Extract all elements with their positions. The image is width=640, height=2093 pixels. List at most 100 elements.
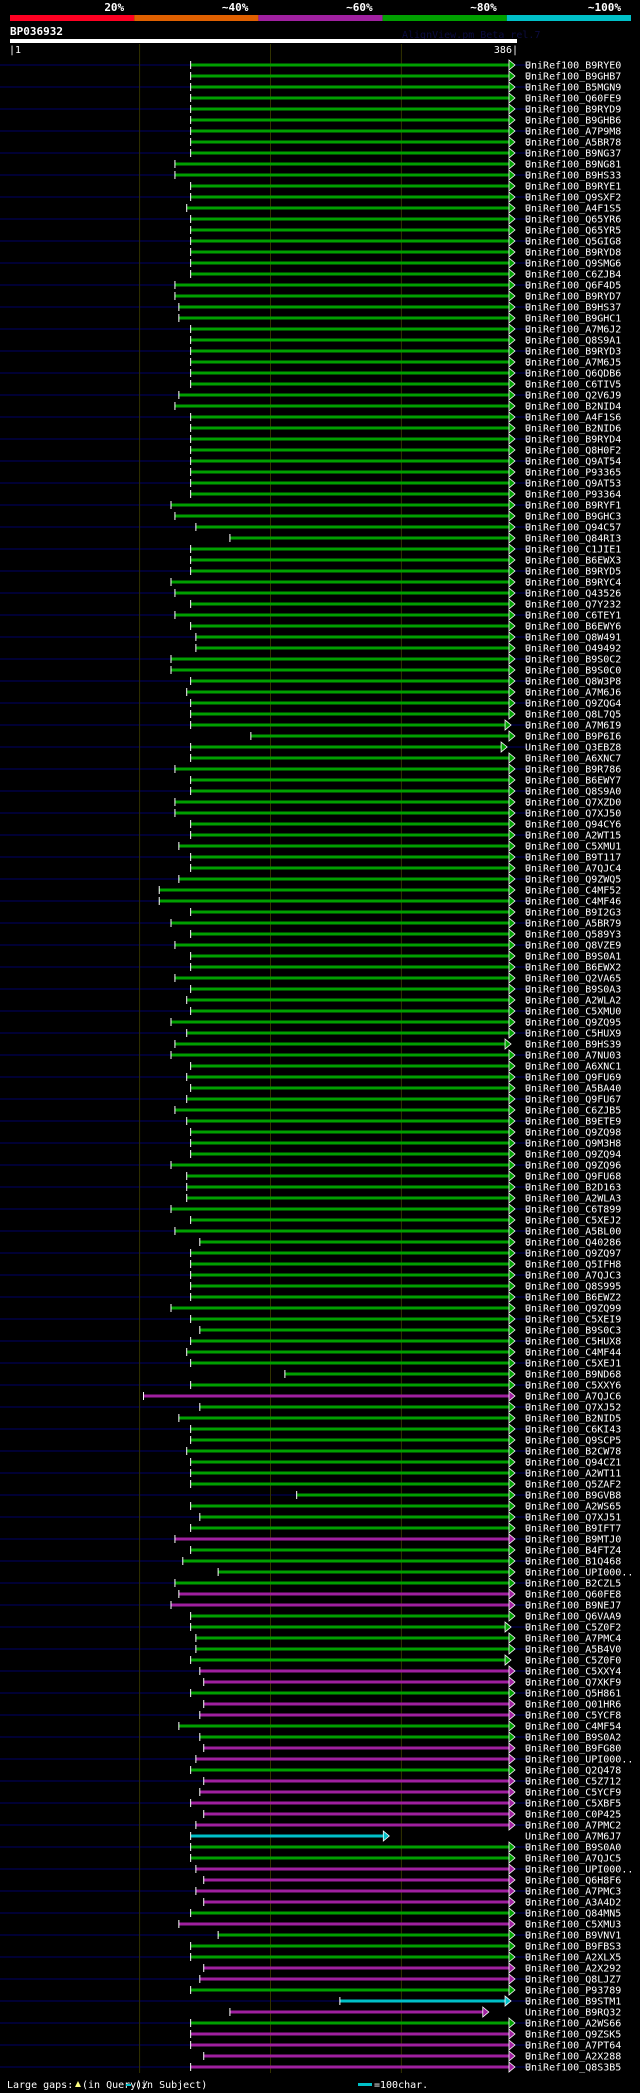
hit-label[interactable]: UniRef100_B9STM1 (525, 1997, 621, 2008)
hit-row[interactable]: UniRef100_B9NG81 (174, 158, 621, 171)
hit-label[interactable]: UniRef100_A7M6J2 (525, 325, 621, 336)
hit-row[interactable]: UniRef100_C4MF44 (186, 1346, 622, 1359)
alignment-bar[interactable] (190, 129, 509, 133)
hit-label[interactable]: UniRef100_C5HUX8 (525, 1337, 621, 1348)
alignment-bar[interactable] (190, 1284, 509, 1288)
hit-label[interactable]: UniRef100_Q40286 (525, 1238, 621, 1249)
hit-label[interactable]: UniRef100_C6T899 (525, 1205, 621, 1216)
alignment-bar[interactable] (190, 272, 509, 276)
alignment-bar[interactable] (190, 1383, 509, 1387)
alignment-bar[interactable] (178, 1416, 509, 1420)
hit-row[interactable]: UniRef100_P93364 (190, 488, 622, 501)
hit-row[interactable]: UniRef100_Q9FU68 (186, 1170, 622, 1183)
alignment-bar[interactable] (199, 1405, 509, 1409)
alignment-bar[interactable] (296, 1493, 509, 1497)
hit-row[interactable]: UniRef100_B9R786 (174, 763, 621, 776)
hit-label[interactable]: UniRef100_A7M6J5 (525, 358, 621, 369)
hit-label[interactable]: UniRef100_C6ZJB4 (525, 270, 621, 281)
hit-label[interactable]: UniRef100_Q6QDB6 (525, 369, 621, 380)
alignment-bar[interactable] (174, 1108, 509, 1112)
hit-row[interactable]: UniRef100_Q8S995 (190, 1280, 622, 1293)
alignment-bar[interactable] (190, 239, 509, 243)
hit-row[interactable]: UniRef100_B9S0C2 (170, 653, 621, 666)
hit-label[interactable]: UniRef100_Q2V6J9 (525, 391, 621, 402)
hit-label[interactable]: UniRef100_Q65YR6 (525, 215, 621, 226)
hit-row[interactable]: UniRef100_B9HS33 (174, 169, 621, 182)
hit-label[interactable]: UniRef100_Q60FE9 (525, 94, 621, 105)
alignment-bar[interactable] (190, 1273, 509, 1277)
hit-label[interactable]: UniRef100_B9ND68 (525, 1370, 621, 1381)
hit-label[interactable]: UniRef100_B9GHB7 (525, 72, 621, 83)
alignment-bar[interactable] (171, 1053, 509, 1057)
hit-label[interactable]: UniRef100_B9S0A3 (525, 985, 621, 996)
hit-label[interactable]: UniRef100_B9S0C3 (525, 1326, 621, 1337)
alignment-bar[interactable] (159, 888, 509, 892)
hit-label[interactable]: UniRef100_C5XMU0 (525, 1007, 621, 1018)
alignment-bar[interactable] (190, 1009, 509, 1013)
alignment-bar[interactable] (190, 1218, 509, 1222)
alignment-bar[interactable] (190, 1471, 509, 1475)
hit-label[interactable]: UniRef100_Q7XJ51 (525, 1513, 621, 1524)
alignment-bar[interactable] (199, 1515, 509, 1519)
hit-row[interactable]: UniRef100_B9GHB6 (190, 114, 622, 127)
hit-label[interactable]: UniRef100_Q9ZQ94 (525, 1150, 621, 1161)
alignment-bar[interactable] (190, 1504, 509, 1508)
hit-row[interactable]: UniRef100_C6ZJB4 (190, 268, 622, 281)
alignment-bar[interactable] (190, 756, 509, 760)
alignment-bar[interactable] (190, 1548, 509, 1552)
alignment-bar[interactable] (178, 316, 509, 320)
hit-row[interactable]: UniRef100_Q8LJZ7 (199, 1973, 622, 1986)
hit-row[interactable]: UniRef100_A3A4D2 (203, 1896, 622, 1909)
alignment-bar[interactable] (190, 470, 509, 474)
hit-row[interactable]: UniRef100_A6XNC7 (190, 752, 622, 765)
hit-label[interactable]: UniRef100_C5Z712 (525, 1777, 621, 1788)
hit-label[interactable]: UniRef100_Q9AT53 (525, 479, 621, 490)
alignment-bar[interactable] (171, 657, 509, 661)
alignment-bar[interactable] (171, 503, 509, 507)
hit-row[interactable]: UniRef100_A2WT15 (190, 829, 622, 842)
hit-label[interactable]: UniRef100_A3A4D2 (525, 1898, 621, 1909)
hit-label[interactable]: UniRef100_O49492 (525, 644, 621, 655)
hit-label[interactable]: UniRef100_Q7XJ50 (525, 809, 621, 820)
hit-label[interactable]: UniRef100_A6XNC1 (525, 1062, 621, 1073)
alignment-bar[interactable] (190, 349, 509, 353)
hit-label[interactable]: UniRef100_C4MF46 (525, 897, 621, 908)
hit-label[interactable]: UniRef100_A4F1S5 (525, 204, 621, 215)
hit-label[interactable]: UniRef100_B9RYD8 (525, 248, 621, 259)
hit-row[interactable]: UniRef100_C5XXY4 (199, 1665, 622, 1678)
alignment-bar[interactable] (203, 1746, 509, 1750)
hit-row[interactable]: UniRef100_Q589Y3 (190, 928, 622, 941)
hit-label[interactable]: UniRef100_Q9SXF2 (525, 193, 621, 204)
hit-label[interactable]: UniRef100_Q8LJZ7 (525, 1975, 621, 1986)
hit-row[interactable]: UniRef100_B9FG80 (203, 1742, 622, 1755)
hit-label[interactable]: UniRef100_B9NG37 (525, 149, 621, 160)
hit-row[interactable]: UniRef100_UPI000.. (195, 1863, 633, 1876)
hit-label[interactable]: UniRef100_B5MGN9 (525, 83, 621, 94)
hit-label[interactable]: UniRef100_A7NU03 (525, 1051, 621, 1062)
hit-row[interactable]: UniRef100_C1JIE1 (190, 543, 622, 556)
hit-row[interactable]: UniRef100_Q60FE9 (190, 92, 622, 105)
hit-row[interactable]: UniRef100_B9RYC4 (170, 576, 621, 589)
hit-label[interactable]: UniRef100_C6TIV5 (525, 380, 621, 391)
hit-row[interactable]: UniRef100_C5Z0F0 (190, 1654, 622, 1667)
alignment-bar[interactable] (190, 1845, 509, 1849)
alignment-bar[interactable] (186, 690, 509, 694)
alignment-bar[interactable] (190, 866, 509, 870)
alignment-bar[interactable] (218, 1933, 509, 1937)
alignment-bar[interactable] (203, 2054, 509, 2058)
hit-row[interactable]: UniRef100_B9VNV1 (217, 1929, 621, 1942)
hit-label[interactable]: UniRef100_Q8S9A1 (525, 336, 621, 347)
hit-label[interactable]: UniRef100_Q8VZE9 (525, 941, 621, 952)
hit-row[interactable]: UniRef100_B9ETE9 (186, 1115, 622, 1128)
hit-label[interactable]: UniRef100_B9GHB6 (525, 116, 621, 127)
hit-label[interactable]: UniRef100_B9I2G3 (525, 908, 621, 919)
hit-row[interactable]: UniRef100_C4MF46 (158, 895, 621, 908)
hit-label[interactable]: UniRef100_Q9ZQ99 (525, 1304, 621, 1315)
hit-label[interactable]: UniRef100_B9RYC4 (525, 578, 621, 589)
hit-label[interactable]: UniRef100_Q7Y232 (525, 600, 621, 611)
hit-label[interactable]: UniRef100_C4MF44 (525, 1348, 621, 1359)
hit-row[interactable]: UniRef100_C5Z0F2 (190, 1621, 622, 1634)
hit-label[interactable]: UniRef100_A2WT11 (525, 1469, 621, 1480)
hit-row[interactable]: UniRef100_Q9ZQ99 (170, 1302, 621, 1315)
alignment-bar[interactable] (190, 1944, 509, 1948)
